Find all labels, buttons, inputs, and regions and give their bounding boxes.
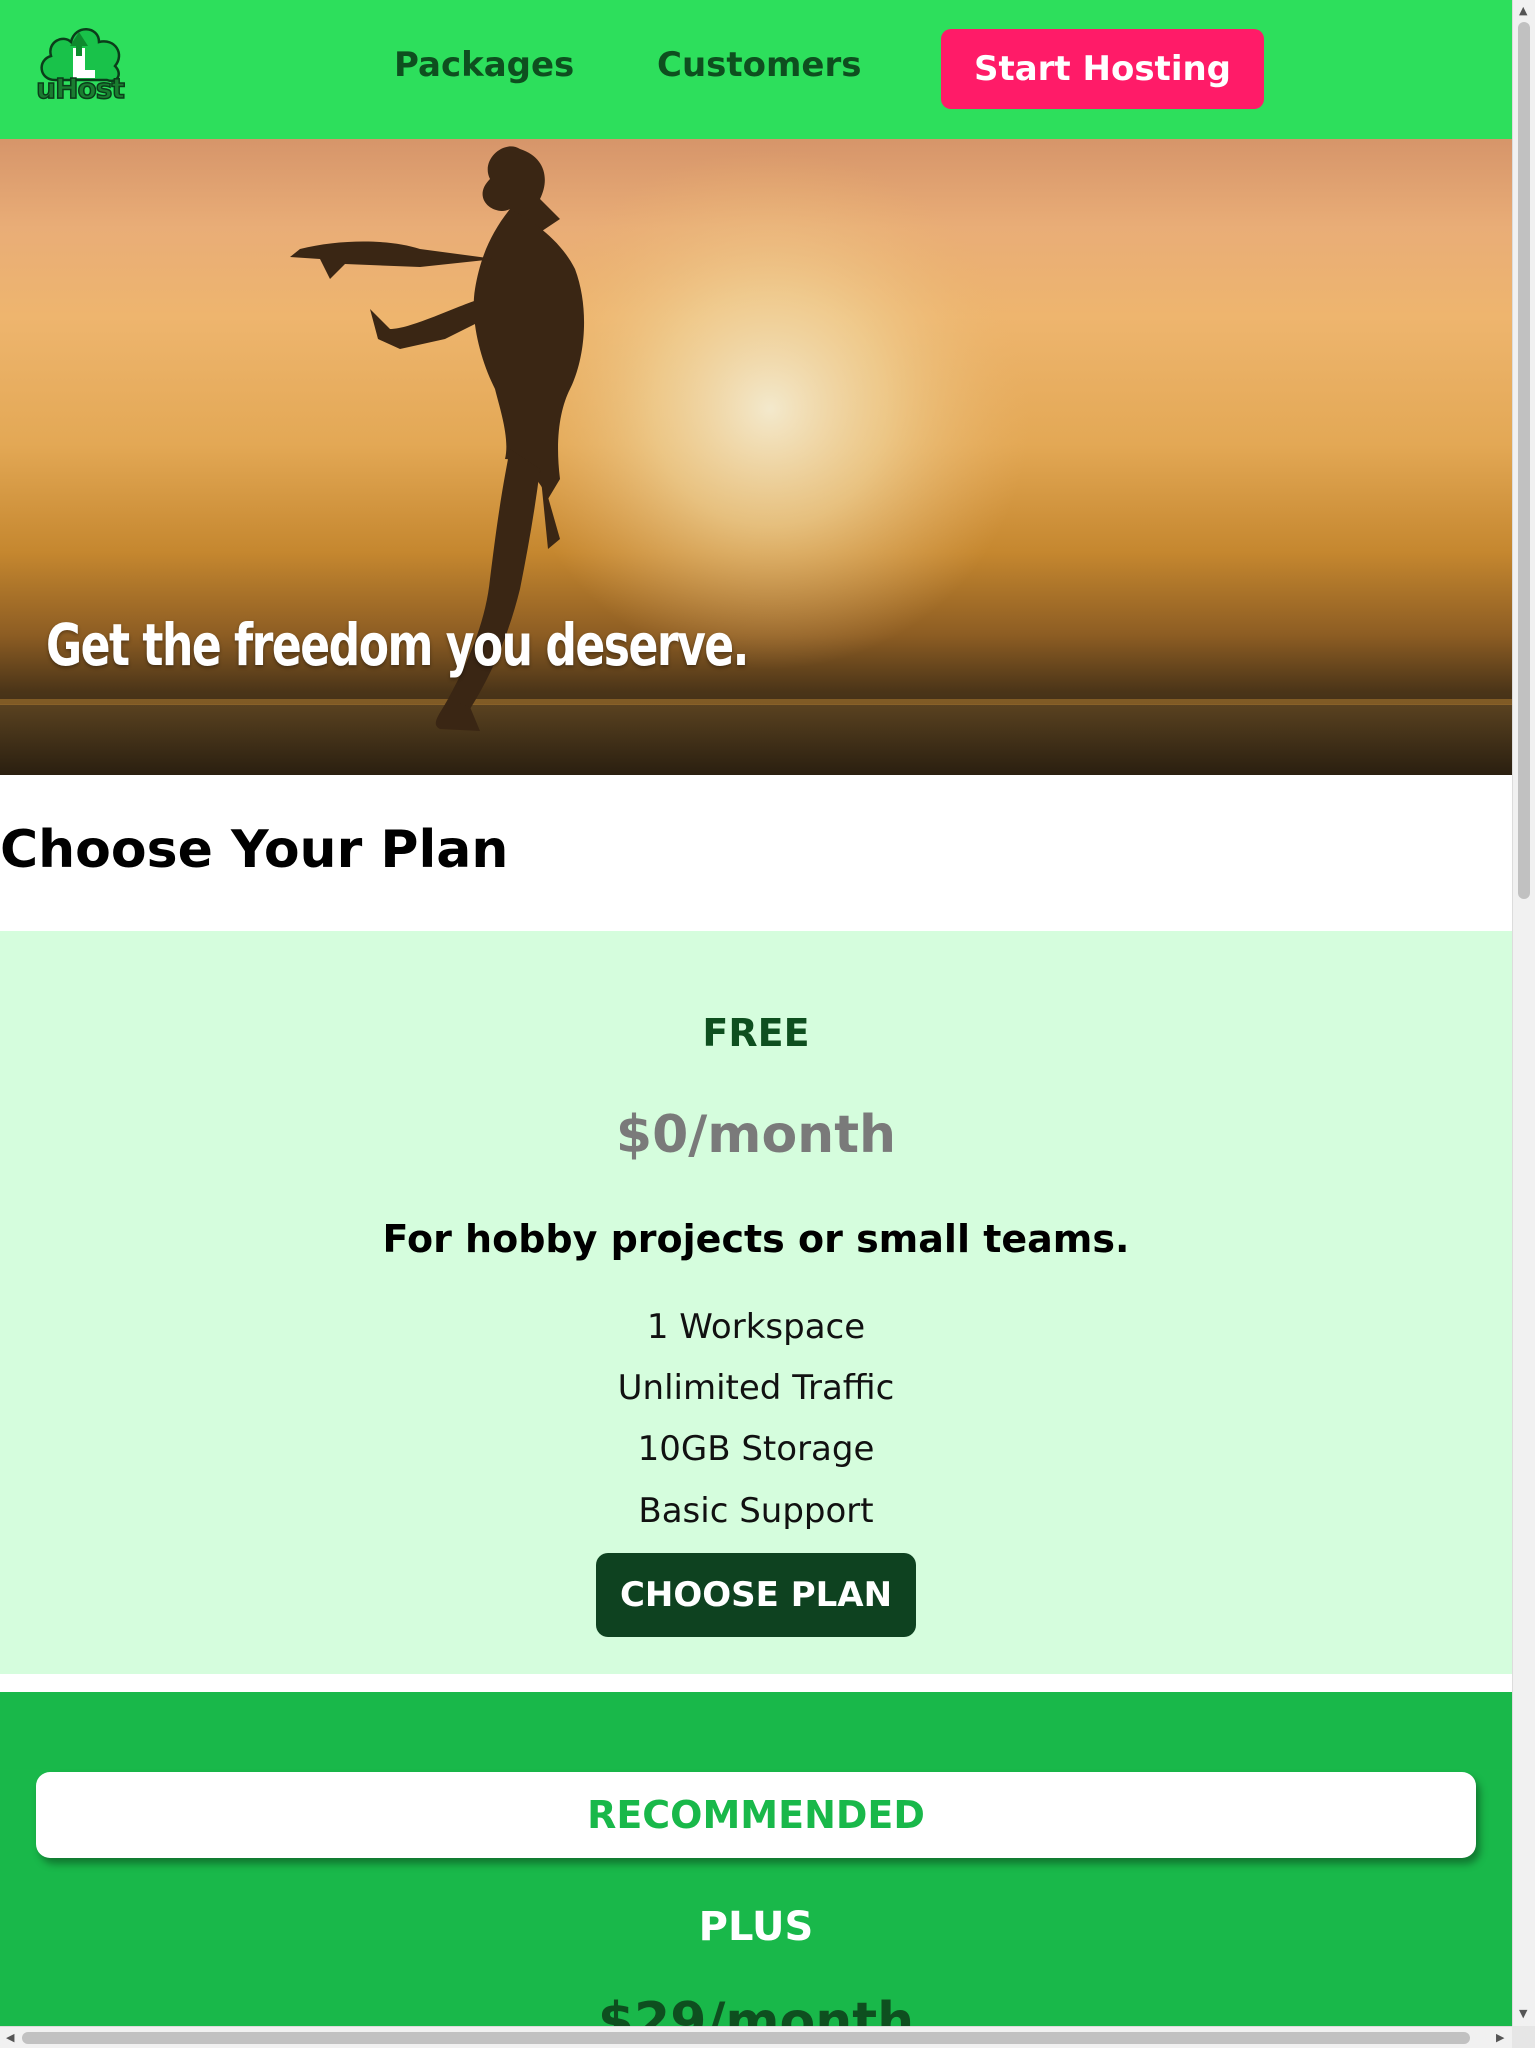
plan-card-free: FREE $0/month For hobby projects or smal… — [0, 931, 1512, 1674]
plan-feature: 10GB Storage — [637, 1429, 875, 1469]
vertical-scrollbar[interactable]: ▲ ▼ — [1512, 0, 1535, 2026]
plan-feature: 1 Workspace — [646, 1307, 866, 1347]
plan-price: $0/month — [615, 1105, 897, 1165]
recommended-badge: RECOMMENDED — [36, 1772, 1476, 1858]
section-title: Choose Your Plan — [0, 820, 509, 880]
vertical-scroll-thumb[interactable] — [1518, 22, 1530, 899]
arrow-down-icon[interactable]: ▼ — [1519, 2008, 1527, 2019]
nav-customers-link[interactable]: Customers — [657, 45, 862, 85]
nav-packages-link[interactable]: Packages — [394, 45, 574, 85]
start-hosting-button[interactable]: Start Hosting — [941, 29, 1264, 109]
plan-card-plus: RECOMMENDED PLUS $29/month — [0, 1692, 1512, 2048]
plan-description: For hobby projects or small teams. — [382, 1217, 1130, 1261]
hero-banner: Get the freedom you deserve. — [0, 139, 1512, 775]
hero-image — [0, 146, 1512, 775]
horizontal-scrollbar[interactable]: ◀ ▶ — [0, 2026, 1535, 2048]
plan-feature: Basic Support — [638, 1491, 874, 1531]
arrow-right-icon[interactable]: ▶ — [1496, 2032, 1504, 2043]
arrow-up-icon[interactable]: ▲ — [1519, 5, 1527, 16]
plan-name: FREE — [702, 1011, 810, 1055]
horizontal-scroll-thumb[interactable] — [22, 2032, 1470, 2044]
main-header: uHost Packages Customers Start Hosting — [0, 0, 1512, 139]
choose-plan-button[interactable]: CHOOSE PLAN — [596, 1553, 916, 1637]
scrollbar-corner — [1512, 2026, 1535, 2048]
hero-tagline: Get the freedom you deserve. — [46, 611, 749, 679]
arrow-left-icon[interactable]: ◀ — [6, 2032, 14, 2043]
plan-feature: Unlimited Traffic — [617, 1368, 895, 1408]
plan-name: PLUS — [698, 1904, 814, 1950]
logo-text: uHost — [35, 71, 125, 106]
logo[interactable]: uHost — [33, 14, 127, 108]
